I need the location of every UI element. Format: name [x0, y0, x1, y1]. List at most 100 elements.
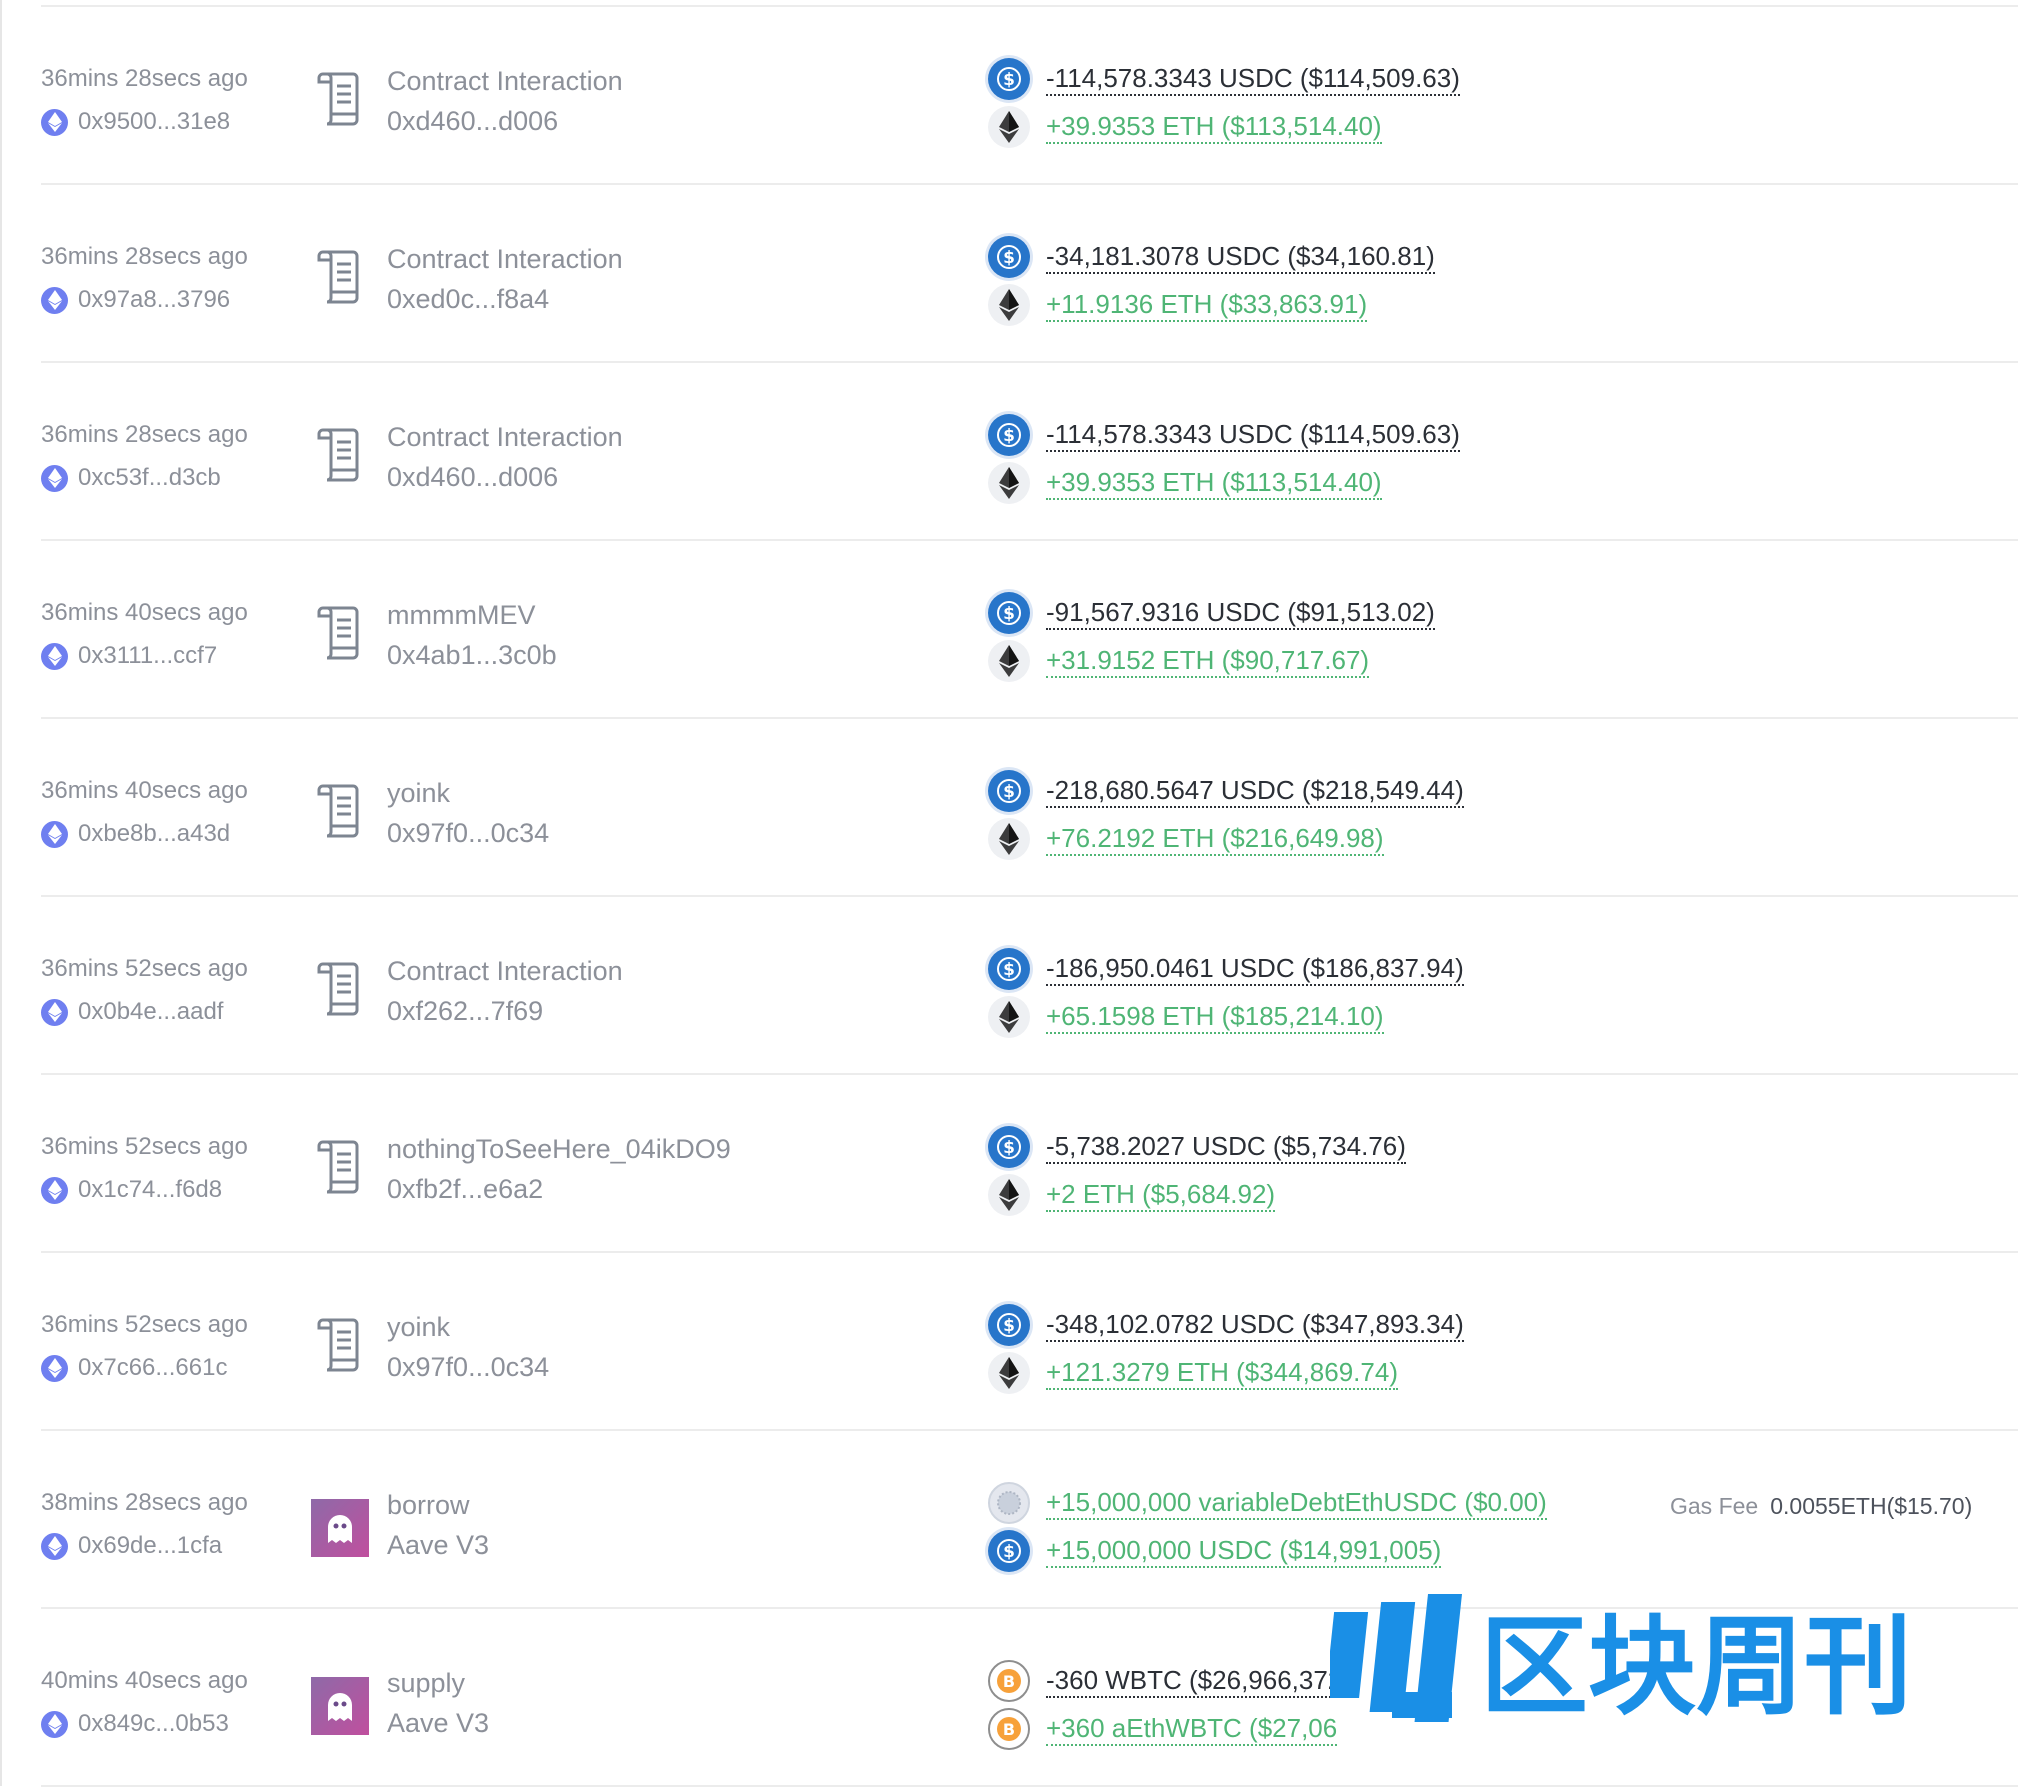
svg-text:$: $ [1003, 1316, 1015, 1336]
table-row[interactable]: 36mins 52secs ago 0x0b4e...aadf Contract I… [0, 897, 2018, 1075]
tx-hash-line: 0x9500...31e8 [41, 107, 230, 137]
ethereum-chain-icon [41, 998, 68, 1026]
token-amount[interactable]: +39.9353 ETH ($113,514.40) [1046, 110, 1382, 144]
token-amount[interactable]: +11.9136 ETH ($33,863.91) [1046, 288, 1368, 322]
tx-hash-line: 0x3111...ccf7 [41, 641, 217, 671]
token-amount[interactable]: +2 ETH ($5,684.92) [1046, 1178, 1276, 1212]
tx-hash-link[interactable]: 0x0b4e...aadf [78, 998, 223, 1026]
debt-token-icon [988, 1482, 1030, 1524]
token-transfer: +2 ETH ($5,684.92) [988, 1173, 1276, 1217]
tx-method: Contract Interaction [387, 956, 623, 986]
usdc-icon: $ [988, 1530, 1030, 1572]
contract-scroll-icon [317, 784, 359, 838]
tx-hash-link[interactable]: 0x69de...1cfa [78, 1532, 222, 1560]
token-amount[interactable]: +31.9152 ETH ($90,717.67) [1046, 644, 1370, 678]
token-amount[interactable]: -360 WBTC ($26,966,372 [1046, 1664, 1343, 1698]
token-amount[interactable]: +15,000,000 USDC ($14,991,005) [1046, 1534, 1442, 1568]
tx-target-link[interactable]: 0x97f0...0c34 [387, 818, 549, 849]
tx-hash-link[interactable]: 0x9500...31e8 [78, 108, 230, 136]
tx-method: yoink [387, 778, 451, 808]
tx-target-link[interactable]: 0x4ab1...3c0b [387, 640, 557, 671]
tx-target-link[interactable]: 0xd460...d006 [387, 462, 558, 493]
table-row[interactable]: 36mins 28secs ago 0x97a8...3796 Contract I… [0, 185, 2018, 363]
tx-hash-link[interactable]: 0x849c...0b53 [78, 1710, 229, 1738]
ethereum-chain-icon [41, 286, 68, 314]
token-transfer: +39.9353 ETH ($113,514.40) [988, 105, 1382, 149]
table-row[interactable]: 36mins 28secs ago 0xc53f...d3cb Contract I… [0, 363, 2018, 541]
tx-hash-link[interactable]: 0x7c66...661c [78, 1354, 227, 1382]
tx-method: Contract Interaction [387, 66, 623, 96]
table-row[interactable]: 36mins 40secs ago 0xbe8b...a43d yoink 0x97f… [0, 719, 2018, 897]
tx-age: 36mins 28secs ago [41, 421, 248, 448]
tx-age: 36mins 52secs ago [41, 1311, 248, 1338]
eth-icon [988, 818, 1030, 860]
token-transfer: +11.9136 ETH ($33,863.91) [988, 283, 1368, 327]
tx-target-link[interactable]: 0x97f0...0c34 [387, 1352, 549, 1383]
token-amount[interactable]: +39.9353 ETH ($113,514.40) [1046, 466, 1382, 500]
table-row[interactable]: 36mins 52secs ago 0x1c74...f6d8 nothingToS… [0, 1075, 2018, 1253]
token-amount[interactable]: +121.3279 ETH ($344,869.74) [1046, 1356, 1398, 1390]
tx-hash-link[interactable]: 0x97a8...3796 [78, 286, 230, 314]
token-amount[interactable]: -91,567.9316 USDC ($91,513.02) [1046, 596, 1435, 630]
tx-target-link[interactable]: Aave V3 [387, 1530, 489, 1561]
token-amount[interactable]: -34,181.3078 USDC ($34,160.81) [1046, 240, 1435, 274]
aave-ghost-icon [311, 1499, 369, 1557]
usdc-icon: $ [988, 770, 1030, 812]
svg-text:$: $ [1003, 1138, 1015, 1158]
tx-target-link[interactable]: 0xf262...7f69 [387, 996, 543, 1027]
tx-hash-line: 0xbe8b...a43d [41, 819, 230, 849]
token-amount[interactable]: +65.1598 ETH ($185,214.10) [1046, 1000, 1384, 1034]
svg-text:$: $ [1003, 960, 1015, 980]
tx-hash-line: 0xc53f...d3cb [41, 463, 221, 493]
tx-hash-line: 0x7c66...661c [41, 1353, 227, 1383]
tx-hash-link[interactable]: 0x1c74...f6d8 [78, 1176, 222, 1204]
token-transfer: B +360 aEthWBTC ($27,06 [988, 1707, 1338, 1751]
table-row[interactable]: 36mins 52secs ago 0x7c66...661c yoink 0x97f… [0, 1253, 2018, 1431]
tx-hash-link[interactable]: 0xbe8b...a43d [78, 820, 230, 848]
token-amount[interactable]: -218,680.5647 USDC ($218,549.44) [1046, 774, 1464, 808]
tx-method: borrow [387, 1490, 470, 1520]
tx-age: 36mins 52secs ago [41, 1133, 248, 1160]
tx-target-link[interactable]: 0xd460...d006 [387, 106, 558, 137]
token-transfer: $ -5,738.2027 USDC ($5,734.76) [988, 1125, 1406, 1169]
tx-age: 36mins 40secs ago [41, 777, 248, 804]
token-amount[interactable]: -186,950.0461 USDC ($186,837.94) [1046, 952, 1464, 986]
tx-method: supply [387, 1668, 466, 1698]
contract-scroll-icon [317, 962, 359, 1016]
tx-target-link[interactable]: Aave V3 [387, 1708, 489, 1739]
token-transfer: B -360 WBTC ($26,966,372 [988, 1659, 1343, 1703]
token-amount[interactable]: -5,738.2027 USDC ($5,734.76) [1046, 1130, 1406, 1164]
table-row[interactable]: 38mins 28secs ago 0x69de...1cfa borrow Aave… [0, 1431, 2018, 1609]
token-amount[interactable]: -348,102.0782 USDC ($347,893.34) [1046, 1308, 1464, 1342]
tx-target-link[interactable]: 0xfb2f...e6a2 [387, 1174, 543, 1205]
table-row[interactable]: 36mins 40secs ago 0x3111...ccf7 mmmmMEV 0x4… [0, 541, 2018, 719]
tx-age: 38mins 28secs ago [41, 1489, 248, 1516]
usdc-icon: $ [988, 592, 1030, 634]
tx-hash-link[interactable]: 0xc53f...d3cb [78, 464, 221, 492]
token-transfer: +121.3279 ETH ($344,869.74) [988, 1351, 1398, 1395]
token-transfer: $ -91,567.9316 USDC ($91,513.02) [988, 591, 1435, 635]
eth-icon [988, 284, 1030, 326]
token-transfer: +76.2192 ETH ($216,649.98) [988, 817, 1384, 861]
token-transfer: +15,000,000 variableDebtEthUSDC ($0.00) [988, 1481, 1547, 1525]
token-amount[interactable]: +360 aEthWBTC ($27,06 [1046, 1712, 1338, 1746]
token-transfer: $ -186,950.0461 USDC ($186,837.94) [988, 947, 1464, 991]
tx-target-link[interactable]: 0xed0c...f8a4 [387, 284, 549, 315]
table-row[interactable]: 36mins 28secs ago 0x9500...31e8 Contract I… [0, 7, 2018, 185]
token-amount[interactable]: -114,578.3343 USDC ($114,509.63) [1046, 62, 1460, 96]
tx-hash-link[interactable]: 0x3111...ccf7 [78, 642, 217, 670]
wbtc-icon: B [988, 1708, 1030, 1750]
svg-text:$: $ [1003, 426, 1015, 446]
usdc-icon: $ [988, 948, 1030, 990]
gas-fee: Gas Fee 0.0055ETH($15.70) [1670, 1493, 1972, 1520]
token-transfer: +39.9353 ETH ($113,514.40) [988, 461, 1382, 505]
token-amount[interactable]: +15,000,000 variableDebtEthUSDC ($0.00) [1046, 1486, 1547, 1520]
tx-method: mmmmMEV [387, 600, 536, 630]
ethereum-chain-icon [41, 1710, 68, 1738]
tx-method: Contract Interaction [387, 244, 623, 274]
token-transfer: $ -114,578.3343 USDC ($114,509.63) [988, 57, 1460, 101]
token-amount[interactable]: +76.2192 ETH ($216,649.98) [1046, 822, 1384, 856]
token-amount[interactable]: -114,578.3343 USDC ($114,509.63) [1046, 418, 1460, 452]
tx-hash-line: 0x69de...1cfa [41, 1531, 222, 1561]
ethereum-chain-icon [41, 464, 68, 492]
